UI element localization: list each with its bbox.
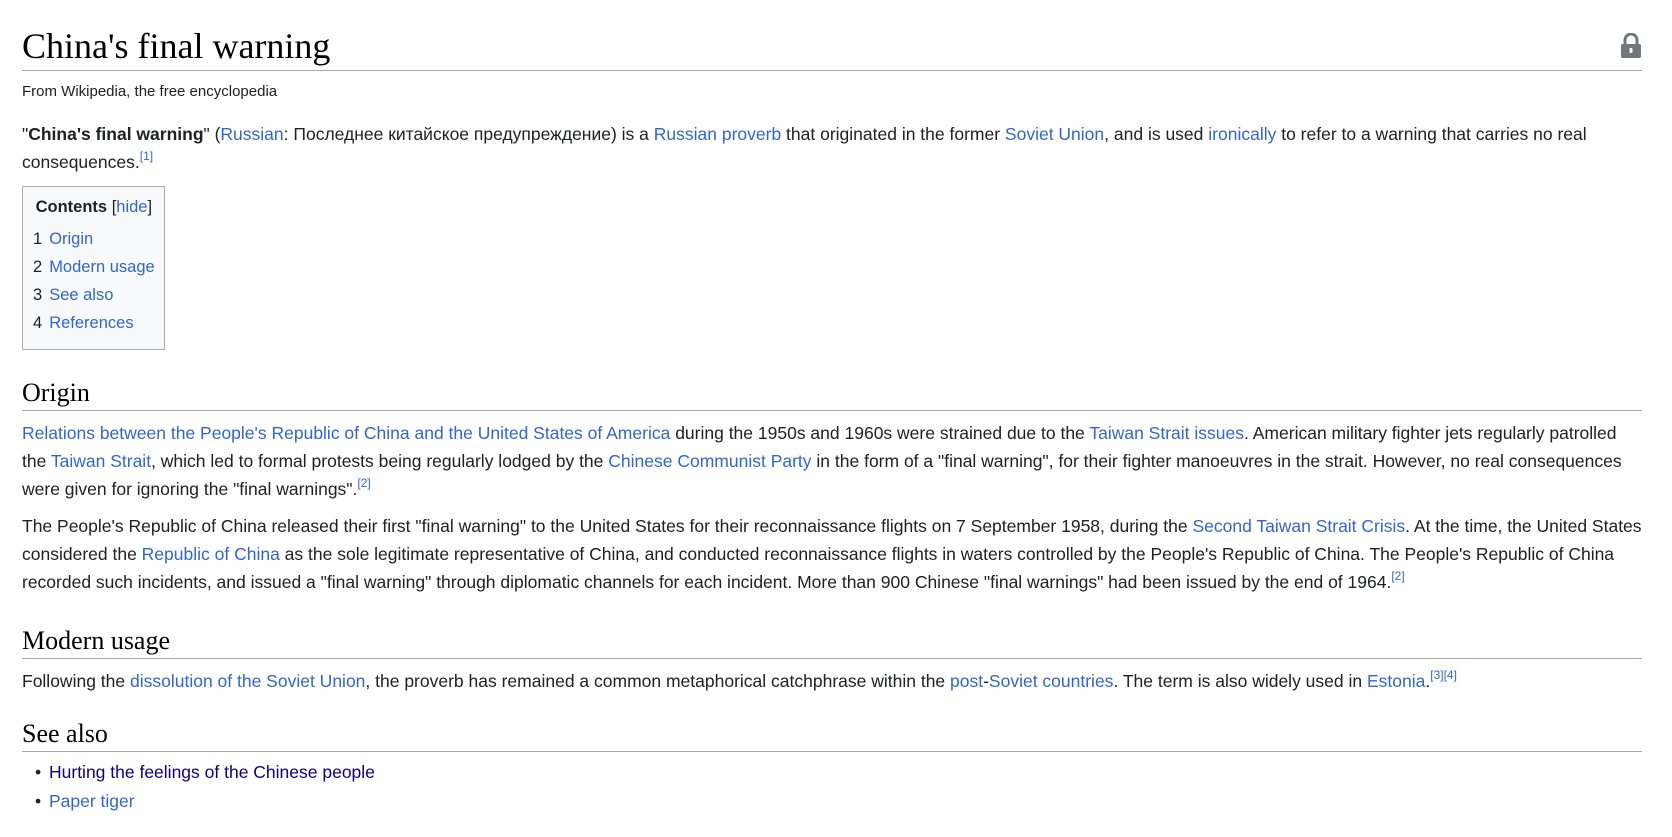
origin-paragraph-1: Relations between the People's Republic … <box>22 423 1622 499</box>
toc-link-modern-usage[interactable]: Modern usage <box>49 258 155 276</box>
toc-link-references[interactable]: References <box>49 314 133 332</box>
see-also-list: • Hurting the feelings of the Chinese peo… <box>22 758 1642 816</box>
section-heading-modern-usage: Modern usage <box>22 624 1642 659</box>
citation-3[interactable]: [3] <box>1430 668 1443 682</box>
toc-title: Contents <box>35 198 108 216</box>
link-dissolution-soviet-union[interactable]: dissolution of the Soviet Union <box>130 671 365 691</box>
article-page: China's final warning From Wikipedia, th… <box>22 0 1642 816</box>
link-russian[interactable]: Russian <box>220 124 283 144</box>
title-row: China's final warning <box>22 0 1642 71</box>
toc-item-references[interactable]: 4 References <box>33 309 155 337</box>
toc-hide-toggle[interactable]: hide <box>116 198 147 216</box>
toc-header: Contents [hide] <box>35 198 153 216</box>
citation-2[interactable]: [2] <box>1391 569 1404 583</box>
toc-link-origin[interactable]: Origin <box>49 230 93 248</box>
link-second-taiwan-strait-crisis[interactable]: Second Taiwan Strait Crisis <box>1192 516 1405 536</box>
link-taiwan-strait[interactable]: Taiwan Strait <box>51 451 151 471</box>
link-soviet-countries[interactable]: Soviet countries <box>989 671 1114 691</box>
toc-item-origin[interactable]: 1 Origin <box>33 225 155 253</box>
lock-icon[interactable] <box>1620 33 1642 59</box>
section-heading-see-also: See also <box>22 717 1642 752</box>
table-of-contents: Contents [hide] 1 Origin 2 Modern usage 3S… <box>22 186 165 350</box>
link-relations[interactable]: Relations between the People's Republic … <box>22 423 670 443</box>
citation-2[interactable]: [2] <box>357 476 370 490</box>
link-estonia[interactable]: Estonia <box>1367 671 1425 691</box>
bullet-icon: • <box>35 762 42 782</box>
link-soviet-union[interactable]: Soviet Union <box>1005 124 1104 144</box>
citation-1[interactable]: [1] <box>140 149 153 163</box>
link-taiwan-strait-issues[interactable]: Taiwan Strait issues <box>1089 423 1244 443</box>
toc-item-modern-usage[interactable]: 2 Modern usage <box>33 253 155 281</box>
toc-link-see-also[interactable]: See also <box>49 286 113 304</box>
link-paper-tiger[interactable]: Paper tiger <box>49 791 135 811</box>
origin-paragraph-2: The People's Republic of China released … <box>22 516 1642 592</box>
list-item: • Hurting the feelings of the Chinese peo… <box>35 758 1642 787</box>
page-title: China's final warning <box>22 26 331 66</box>
link-post[interactable]: post <box>950 671 983 691</box>
citation-4[interactable]: [4] <box>1444 668 1457 682</box>
link-russian-proverb[interactable]: Russian proverb <box>654 124 781 144</box>
site-tagline: From Wikipedia, the free encyclopedia <box>22 83 278 100</box>
link-hurting-feelings[interactable]: Hurting the feelings of the Chinese peop… <box>49 762 375 782</box>
link-republic-of-china[interactable]: Republic of China <box>142 544 280 564</box>
link-chinese-communist-party[interactable]: Chinese Communist Party <box>608 451 811 471</box>
modern-usage-paragraph: Following the dissolution of the Soviet … <box>22 668 1457 691</box>
list-item: • Paper tiger <box>35 787 1642 816</box>
link-ironically[interactable]: ironically <box>1208 124 1276 144</box>
lead-paragraph: "China's final warning" (Russian: Послед… <box>22 124 1587 172</box>
bullet-icon: • <box>35 791 42 811</box>
toc-item-see-also[interactable]: 3 See also <box>33 281 155 309</box>
section-heading-origin: Origin <box>22 376 1642 411</box>
article-subject: China's final warning <box>28 124 204 144</box>
